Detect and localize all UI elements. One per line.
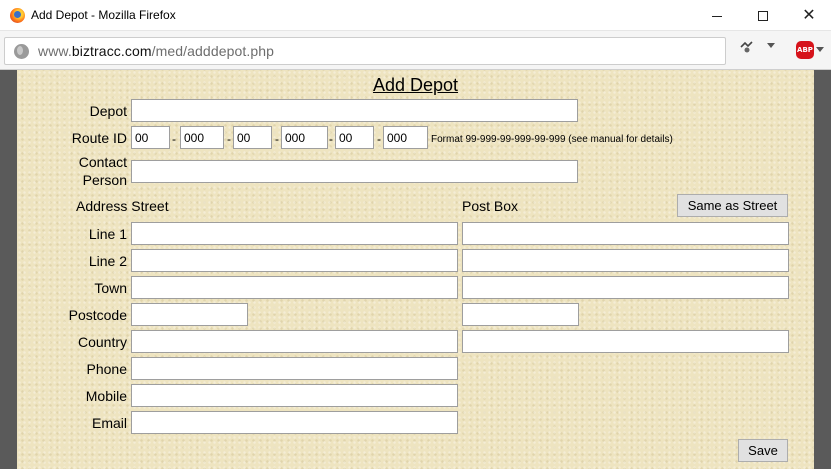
phone-input[interactable] — [131, 357, 458, 380]
depot-input[interactable] — [131, 99, 578, 122]
postcode-label: Postcode — [68, 307, 127, 323]
gesture-menu-caret-icon[interactable] — [767, 43, 775, 48]
town-label: Town — [94, 280, 127, 296]
line1-label: Line 1 — [88, 226, 127, 242]
minimize-icon — [712, 15, 722, 17]
street-line2-input[interactable] — [131, 249, 458, 272]
url-text: www.biztracc.com/med/adddepot.php — [38, 43, 274, 59]
close-icon: ✕ — [802, 7, 816, 24]
postbox-line2-input[interactable] — [462, 249, 789, 272]
window-title: Add Depot - Mozilla Firefox — [31, 8, 176, 22]
route-id-label: Route ID — [71, 130, 127, 146]
depot-label: Depot — [89, 103, 127, 119]
window-title-bar: Add Depot - Mozilla Firefox ✕ — [0, 0, 831, 31]
url-bar[interactable]: www.biztracc.com/med/adddepot.php — [4, 37, 726, 65]
email-input[interactable] — [131, 411, 458, 434]
page-title: Add Depot — [372, 75, 459, 95]
email-label: Email — [91, 415, 127, 431]
route-separator: - — [275, 132, 279, 146]
same-as-street-button[interactable]: Same as Street — [677, 194, 788, 217]
maximize-icon — [758, 11, 768, 22]
route-id-part-1[interactable] — [131, 126, 170, 149]
post-box-label: Post Box — [462, 198, 519, 214]
street-postcode-input[interactable] — [131, 303, 248, 326]
route-separator: - — [377, 132, 381, 146]
url-domain: biztracc.com — [71, 43, 152, 59]
adblock-menu-caret-icon[interactable] — [816, 47, 824, 52]
line2-label: Line 2 — [88, 253, 127, 269]
street-town-input[interactable] — [131, 276, 458, 299]
route-separator: - — [227, 132, 231, 146]
route-separator: - — [172, 132, 176, 146]
phone-label: Phone — [86, 361, 127, 377]
route-id-part-6[interactable] — [383, 126, 428, 149]
street-country-input[interactable] — [131, 330, 458, 353]
route-separator: - — [329, 132, 333, 146]
contact-person-input[interactable] — [131, 160, 578, 183]
url-prefix: www. — [38, 43, 72, 59]
save-button[interactable]: Save — [738, 439, 788, 462]
page-content: Add Depot Depot Route ID - - - - - Forma… — [17, 70, 814, 469]
route-format-hint: Format 99-999-99-999-99-999 (see manual … — [431, 134, 673, 145]
browser-toolbar: www.biztracc.com/med/adddepot.php — [0, 31, 831, 70]
postbox-town-input[interactable] — [462, 276, 789, 299]
minimize-button[interactable] — [694, 0, 740, 31]
maximize-button[interactable] — [740, 0, 786, 31]
mobile-input[interactable] — [131, 384, 458, 407]
mobile-label: Mobile — [85, 388, 127, 404]
address-street-label: Address Street — [76, 198, 169, 214]
country-label: Country — [77, 334, 127, 350]
route-id-part-4[interactable] — [281, 126, 328, 149]
route-id-part-2[interactable] — [180, 126, 224, 149]
close-button[interactable]: ✕ — [786, 0, 831, 31]
postbox-postcode-input[interactable] — [462, 303, 579, 326]
adblock-plus-icon[interactable]: ABP — [796, 41, 814, 59]
globe-icon — [14, 44, 29, 59]
firefox-icon — [10, 8, 25, 23]
street-line1-input[interactable] — [131, 222, 458, 245]
route-id-part-3[interactable] — [233, 126, 272, 149]
contact-label-line2: Person — [82, 172, 127, 188]
url-path: /med/adddepot.php — [151, 43, 274, 59]
contact-label-line1: Contact — [78, 154, 127, 170]
mouse-gesture-icon[interactable] — [739, 40, 755, 54]
postbox-country-input[interactable] — [462, 330, 789, 353]
postbox-line1-input[interactable] — [462, 222, 789, 245]
route-id-part-5[interactable] — [335, 126, 374, 149]
